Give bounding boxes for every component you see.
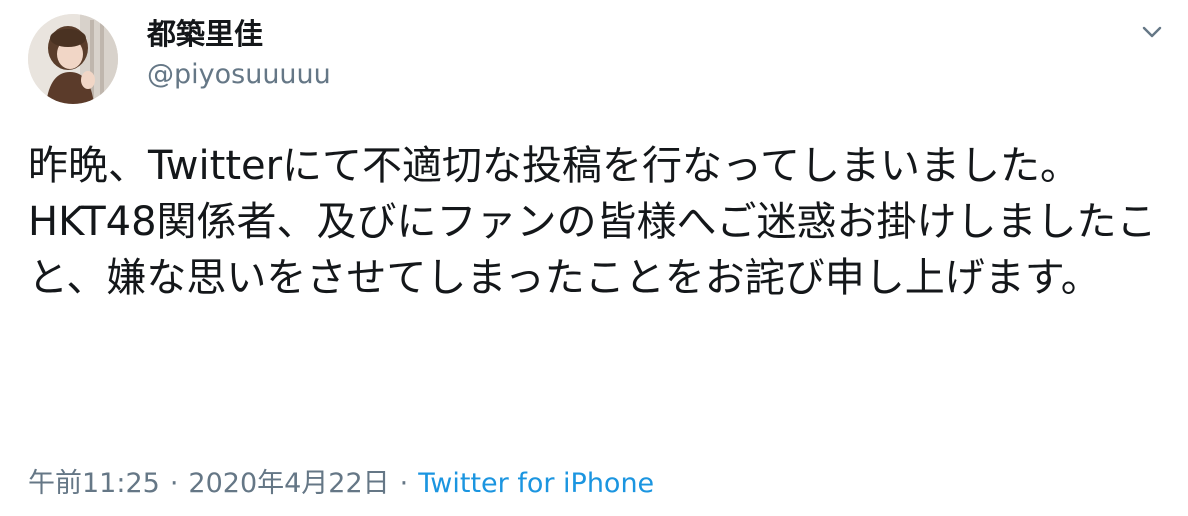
meta-separator: · [169,468,179,499]
tweet-date[interactable]: 2020年4月22日 [188,468,389,499]
tweet-text: 昨晩、Twitterにて不適切な投稿を行なってしまいました。 HKT48関係者、… [28,143,1157,301]
avatar-photo [28,14,118,104]
author-handle[interactable]: @piyosuuuuu [147,58,331,92]
tweet-source-link[interactable]: Twitter for iPhone [418,468,654,499]
meta-separator: · [399,468,409,499]
tweet-metadata: 午前11:25 · 2020年4月22日 · Twitter for iPhone [28,464,654,504]
tweet-time[interactable]: 午前11:25 [28,468,160,499]
avatar[interactable] [28,14,118,104]
author-display-name[interactable]: 都築里佳 [147,16,263,52]
chevron-down-icon [1142,26,1162,38]
tweet-menu-button[interactable] [1134,14,1170,50]
tweet-card: 都築里佳 @piyosuuuuu 昨晩、Twitterにて不適切な投稿を行なって… [0,0,1188,516]
